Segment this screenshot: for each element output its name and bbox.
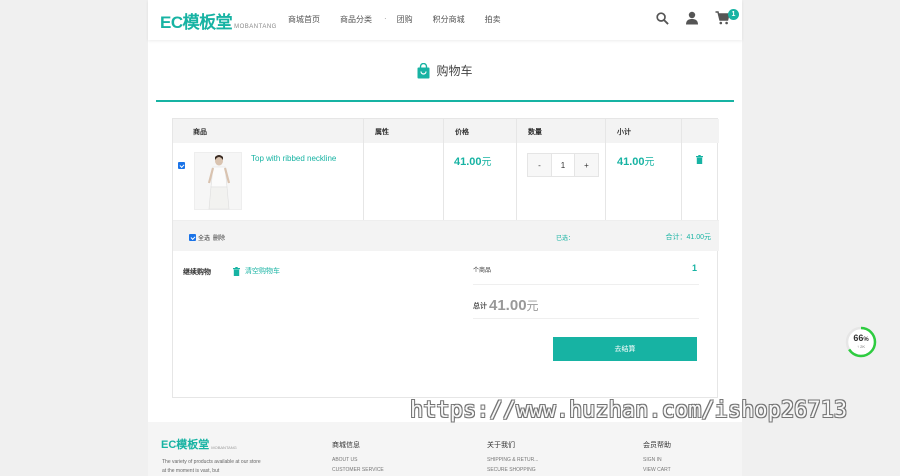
nav-item-group-buy[interactable]: 团购 (397, 14, 413, 25)
main-nav: 商城首页 商品分类 · 团购 积分商城 拍卖 (288, 14, 521, 25)
item-count-value: 1 (691, 263, 697, 273)
page-title: 购物车 (148, 62, 742, 79)
quantity-increase-button[interactable]: + (575, 154, 598, 176)
grand-total-value: 41.00 (489, 297, 527, 314)
site-logo[interactable]: EC模板堂 MOBANTANG (160, 8, 277, 33)
clear-cart-link[interactable]: 清空购物车 (233, 266, 280, 276)
nav-separator: · (384, 14, 387, 23)
select-all-checkbox[interactable] (189, 234, 196, 241)
user-icon[interactable] (684, 10, 700, 26)
footer-column-member-help: 会员帮助 SIGN IN VIEW CART (643, 440, 671, 473)
footer-link-sign-in[interactable]: SIGN IN (643, 457, 671, 463)
item-count-row: 个商品 1 (473, 263, 699, 285)
watermark-text: https://www.huzhan.com/ishop26713 (410, 398, 848, 423)
footer-link-shipping[interactable]: SHIPPING & RETUR... (487, 457, 538, 463)
continue-shopping-link[interactable]: 继续购物 (183, 267, 211, 277)
progress-ring-value: 66 (853, 333, 864, 343)
item-count-label: 个商品 (473, 268, 492, 274)
cart-icon[interactable]: 1 (714, 9, 739, 26)
item-checkbox[interactable] (178, 162, 185, 169)
table-row: Top with ribbed neckline 41.00元 - 1 + 41… (173, 143, 719, 221)
footer-link-view-cart[interactable]: VIEW CART (643, 467, 671, 473)
select-all-toggle[interactable]: 全选 (189, 233, 210, 242)
progress-ring-percent: 66% (845, 333, 877, 343)
table-header: 商品 属性 价格 数量 小计 (173, 119, 719, 143)
footer-logo-text: EC模板堂 (161, 439, 210, 451)
select-all-label: 全选 (198, 236, 211, 242)
progress-ring-subtext: ↑ 2K (856, 344, 865, 349)
footer-description: The variety of products available at our… (162, 459, 261, 474)
header-subtotal: 小计 (617, 129, 631, 136)
nav-item-categories[interactable]: 商品分类 (340, 14, 372, 25)
trash-icon (233, 266, 240, 276)
title-divider (156, 100, 734, 102)
header-product: 商品 (193, 129, 207, 136)
grand-total-currency: 元 (526, 299, 539, 313)
cart-action-bar: 全选 删除 已选： 合计：41.00元 (173, 221, 719, 251)
footer-column-title: 会员帮助 (643, 442, 671, 449)
page-title-text: 购物车 (436, 64, 473, 78)
bar-total-label: 合计：41.00元 (665, 234, 711, 241)
item-subtotal: 41.00元 (617, 153, 655, 168)
header-price: 价格 (455, 129, 469, 136)
footer-column-about: 关于我们 SHIPPING & RETUR... SECURE SHOPPING (487, 440, 538, 473)
quantity-decrease-button[interactable]: - (528, 154, 551, 176)
grand-total-label: 总计 (473, 302, 487, 310)
footer-logo[interactable]: EC模板堂 MOBANTANG (161, 436, 237, 452)
nav-item-home[interactable]: 商城首页 (288, 14, 320, 25)
product-name-link[interactable]: Top with ribbed neckline (251, 154, 336, 163)
site-header: EC模板堂 MOBANTANG 商城首页 商品分类 · 团购 积分商城 拍卖 1 (148, 0, 742, 40)
clear-cart-label: 清空购物车 (245, 268, 280, 275)
footer-column-store-info: 商城信息 ABOUT US CUSTOMER SERVICE (332, 440, 384, 473)
footer-link-secure-shopping[interactable]: SECURE SHOPPING (487, 467, 538, 473)
header-attribute: 属性 (375, 129, 389, 136)
cart-count-badge: 1 (728, 9, 739, 20)
nav-item-auction[interactable]: 拍卖 (485, 14, 501, 25)
grand-total-row: 总计 41.00元 (473, 293, 699, 319)
footer-link-about-us[interactable]: ABOUT US (332, 457, 384, 463)
checkout-button[interactable]: 去结算 (553, 337, 697, 361)
nav-item-points-mall[interactable]: 积分商城 (433, 14, 465, 25)
grand-total-amount: 41.00元 (489, 297, 539, 314)
item-subtotal-value: 41.00 (617, 156, 645, 168)
footer-column-title: 商城信息 (332, 442, 360, 449)
header-quantity: 数量 (528, 129, 542, 136)
footer-column-title: 关于我们 (487, 442, 515, 449)
search-icon[interactable] (654, 10, 670, 26)
item-price-value: 41.00 (454, 156, 482, 168)
item-subtotal-currency: 元 (644, 157, 655, 168)
footer-logo-subtext: MOBANTANG (211, 445, 237, 450)
delete-selected-link[interactable]: 删除 (213, 233, 225, 242)
delete-item-icon[interactable] (696, 155, 703, 164)
product-thumbnail[interactable] (194, 152, 242, 210)
quantity-input[interactable]: 1 (551, 154, 575, 176)
logo-text: EC模板堂 (160, 13, 233, 32)
selected-count-label: 已选： (556, 236, 575, 242)
quantity-stepper: - 1 + (527, 153, 599, 177)
logo-subtext: MOBANTANG (234, 24, 277, 30)
cart-table: 商品 属性 价格 数量 小计 Top with ribbed neckline (172, 118, 719, 398)
site-footer: EC模板堂 MOBANTANG The variety of products … (148, 422, 742, 476)
progress-ring-unit: % (863, 337, 869, 343)
header-icons: 1 (640, 9, 739, 26)
shopping-bag-icon (417, 62, 430, 78)
item-price-currency: 元 (481, 157, 492, 168)
footer-link-customer-service[interactable]: CUSTOMER SERVICE (332, 467, 384, 473)
item-price: 41.00元 (454, 153, 492, 168)
